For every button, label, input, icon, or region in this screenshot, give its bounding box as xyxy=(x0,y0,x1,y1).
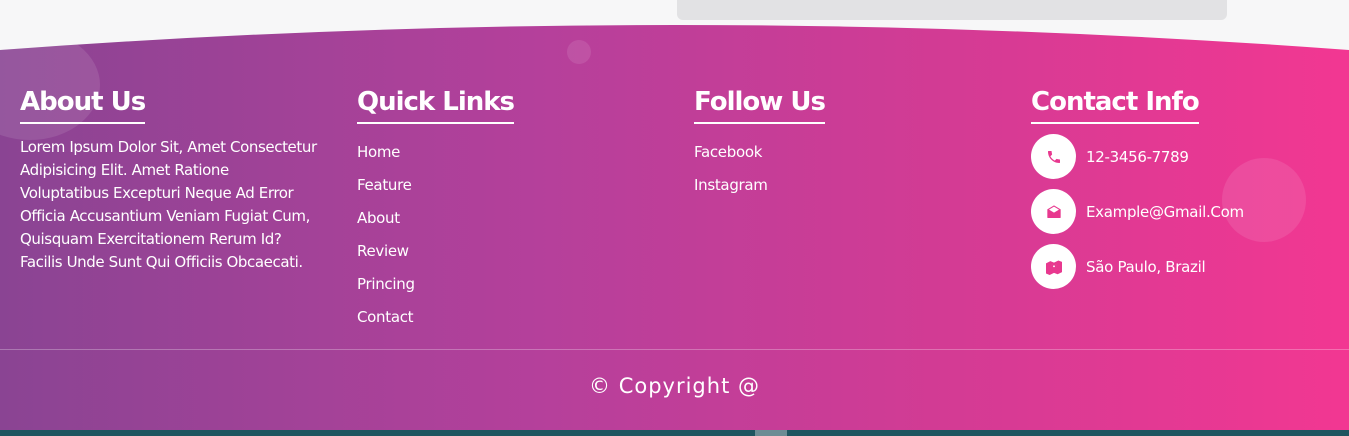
about-text: Lorem Ipsum Dolor Sit, Amet Consectetur … xyxy=(20,138,317,271)
page: About Us Lorem Ipsum Dolor Sit, Amet Con… xyxy=(0,0,1349,436)
contact-phone-text: 12-3456-7789 xyxy=(1086,147,1189,166)
site-footer: About Us Lorem Ipsum Dolor Sit, Amet Con… xyxy=(0,0,1349,436)
contact-list: 12-3456-7789 Example@Gmail.Com São Paulo… xyxy=(1031,134,1244,289)
social-link-instagram[interactable]: Instagram xyxy=(694,176,768,194)
envelope-open-icon xyxy=(1031,189,1076,234)
contact-heading: Contact Info xyxy=(1031,86,1199,124)
footer-divider xyxy=(0,349,1349,350)
contact-email-text: Example@Gmail.Com xyxy=(1086,202,1244,221)
quick-links-section: Quick Links Home Feature About Review Pr… xyxy=(357,86,514,334)
scroll-top-button-edge[interactable] xyxy=(755,430,787,436)
contact-item-phone[interactable]: 12-3456-7789 xyxy=(1031,134,1244,179)
footer-link-home[interactable]: Home xyxy=(357,143,400,161)
decorative-bubble xyxy=(567,40,591,64)
footer-link-pricing[interactable]: Princing xyxy=(357,275,415,293)
social-links-list: Facebook Instagram xyxy=(694,136,825,202)
quick-links-list: Home Feature About Review Princing Conta… xyxy=(357,136,514,334)
contact-location-text: São Paulo, Brazil xyxy=(1086,257,1206,276)
about-section: About Us Lorem Ipsum Dolor Sit, Amet Con… xyxy=(20,86,320,274)
footer-link-feature[interactable]: Feature xyxy=(357,176,412,194)
footer-link-about[interactable]: About xyxy=(357,209,400,227)
contact-item-email[interactable]: Example@Gmail.Com xyxy=(1031,189,1244,234)
phone-icon xyxy=(1031,134,1076,179)
social-link-facebook[interactable]: Facebook xyxy=(694,143,762,161)
copyright-text: © Copyright @ xyxy=(589,374,760,398)
contact-item-location[interactable]: São Paulo, Brazil xyxy=(1031,244,1244,289)
quick-links-heading: Quick Links xyxy=(357,86,514,124)
bottom-bar xyxy=(0,430,1349,436)
footer-link-review[interactable]: Review xyxy=(357,242,409,260)
about-heading: About Us xyxy=(20,86,145,124)
follow-heading: Follow Us xyxy=(694,86,825,124)
footer-link-contact[interactable]: Contact xyxy=(357,308,413,326)
contact-section: Contact Info 12-3456-7789 Example@Gmail.… xyxy=(1031,86,1244,299)
content-card-edge xyxy=(677,0,1227,20)
follow-section: Follow Us Facebook Instagram xyxy=(694,86,825,202)
map-marker-icon xyxy=(1031,244,1076,289)
